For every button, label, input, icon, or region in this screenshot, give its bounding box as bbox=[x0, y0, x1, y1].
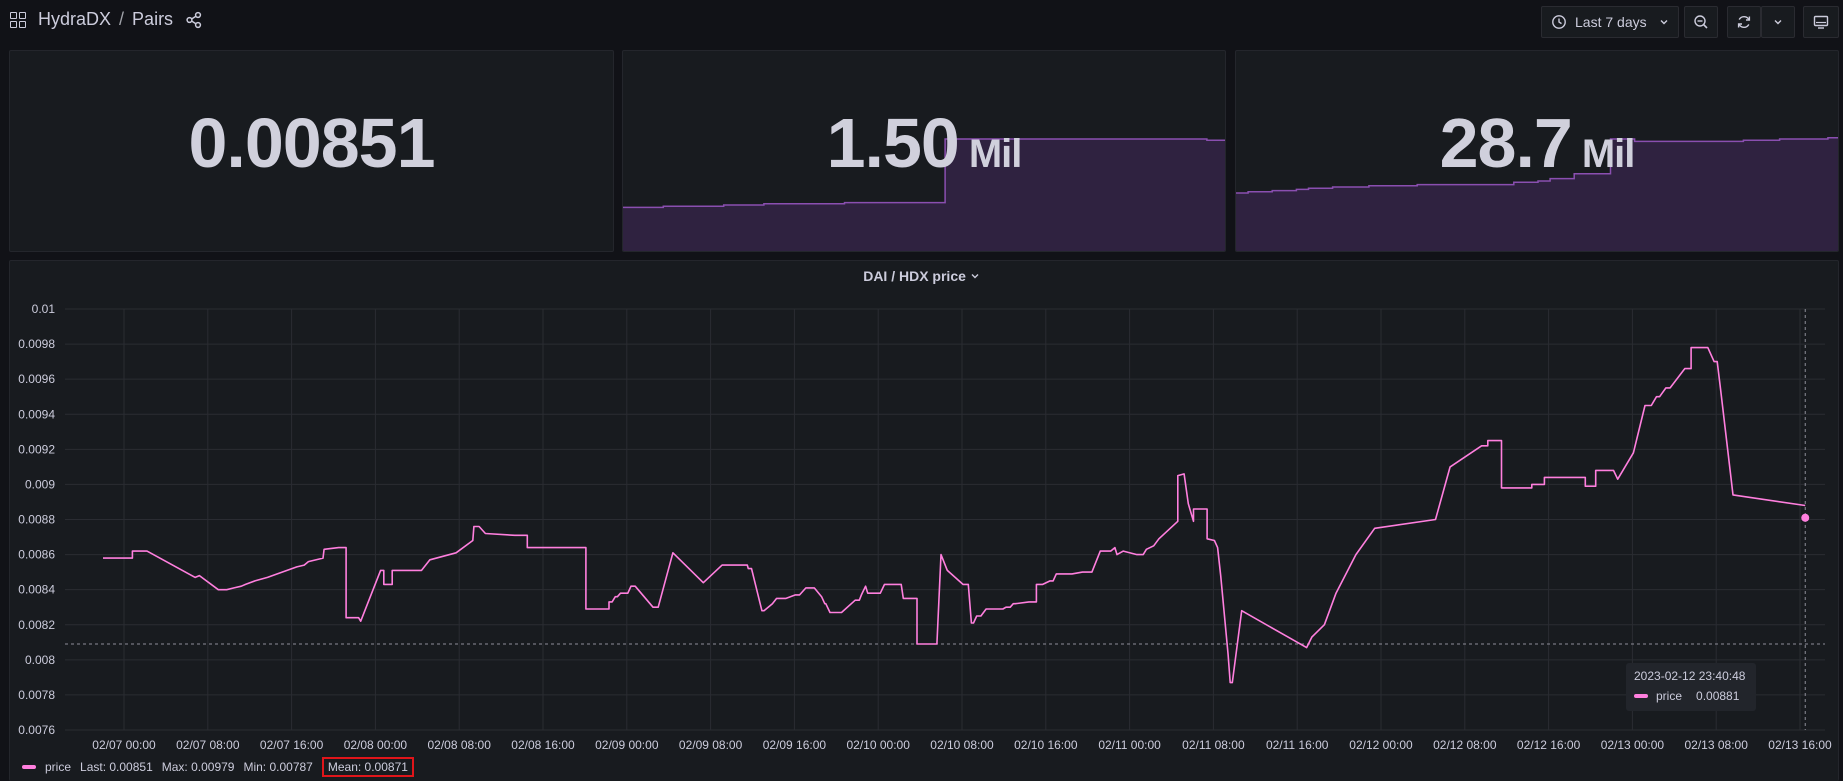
chevron-down-icon bbox=[1660, 20, 1668, 25]
chart-title[interactable]: DAI / HDX price bbox=[0, 268, 1843, 284]
clock-icon bbox=[1552, 15, 1566, 29]
stat-value: 28.7 Mil bbox=[1236, 103, 1838, 183]
breadcrumb-page[interactable]: Pairs bbox=[132, 9, 173, 30]
chevron-down-icon bbox=[971, 274, 979, 279]
stat-panel-price[interactable]: 0.00851 bbox=[9, 50, 614, 252]
refresh-icon bbox=[1737, 15, 1751, 29]
tooltip-row: price 0.00881 bbox=[1634, 689, 1748, 703]
zoom-out-button[interactable] bbox=[1684, 6, 1718, 38]
chevron-down-icon bbox=[1774, 20, 1782, 25]
monitor-icon bbox=[1813, 15, 1829, 29]
share-icon[interactable] bbox=[185, 11, 203, 29]
top-bar: HydraDX / Pairs Last 7 days bbox=[0, 0, 1843, 46]
legend-last: Last: 0.00851 bbox=[80, 760, 153, 774]
apps-grid-icon[interactable] bbox=[10, 11, 26, 28]
stat-number: 28.7 bbox=[1439, 104, 1573, 182]
stat-unit: Mil bbox=[1581, 132, 1636, 176]
stat-unit: Mil bbox=[968, 132, 1023, 176]
chart-legend: price Last: 0.00851 Max: 0.00979 Min: 0.… bbox=[22, 757, 414, 777]
stat-number: 1.50 bbox=[826, 104, 960, 182]
refresh-button[interactable] bbox=[1727, 6, 1761, 38]
stat-number: 0.00851 bbox=[188, 104, 435, 182]
legend-mean: Mean: 0.00871 bbox=[321, 757, 414, 777]
time-range-picker[interactable]: Last 7 days bbox=[1541, 6, 1679, 38]
breadcrumb: HydraDX / Pairs bbox=[10, 9, 203, 30]
tooltip-value: 0.00881 bbox=[1696, 689, 1740, 703]
breadcrumb-separator: / bbox=[119, 9, 125, 29]
stat-panel-volume[interactable]: 1.50 Mil bbox=[622, 50, 1226, 252]
tooltip-swatch bbox=[1634, 694, 1648, 698]
time-range-label: Last 7 days bbox=[1575, 14, 1647, 30]
price-chart-panel[interactable] bbox=[9, 260, 1839, 781]
breadcrumb-app[interactable]: HydraDX bbox=[38, 9, 111, 30]
tv-mode-button[interactable] bbox=[1803, 6, 1839, 38]
stat-value: 1.50 Mil bbox=[623, 103, 1225, 183]
tooltip-series: price bbox=[1656, 689, 1683, 703]
stat-panel-liquidity[interactable]: 28.7 Mil bbox=[1235, 50, 1839, 252]
zoom-out-icon bbox=[1694, 15, 1708, 29]
chart-tooltip: 2023-02-12 23:40:48 price 0.00881 bbox=[1626, 663, 1756, 711]
stat-value: 0.00851 bbox=[10, 103, 613, 183]
refresh-interval-dropdown[interactable] bbox=[1761, 6, 1795, 38]
legend-series-name[interactable]: price bbox=[45, 760, 71, 774]
legend-swatch[interactable] bbox=[22, 765, 36, 769]
legend-min: Min: 0.00787 bbox=[243, 760, 313, 774]
chart-title-text: DAI / HDX price bbox=[863, 268, 966, 284]
legend-max: Max: 0.00979 bbox=[161, 760, 235, 774]
tooltip-time: 2023-02-12 23:40:48 bbox=[1634, 669, 1746, 683]
